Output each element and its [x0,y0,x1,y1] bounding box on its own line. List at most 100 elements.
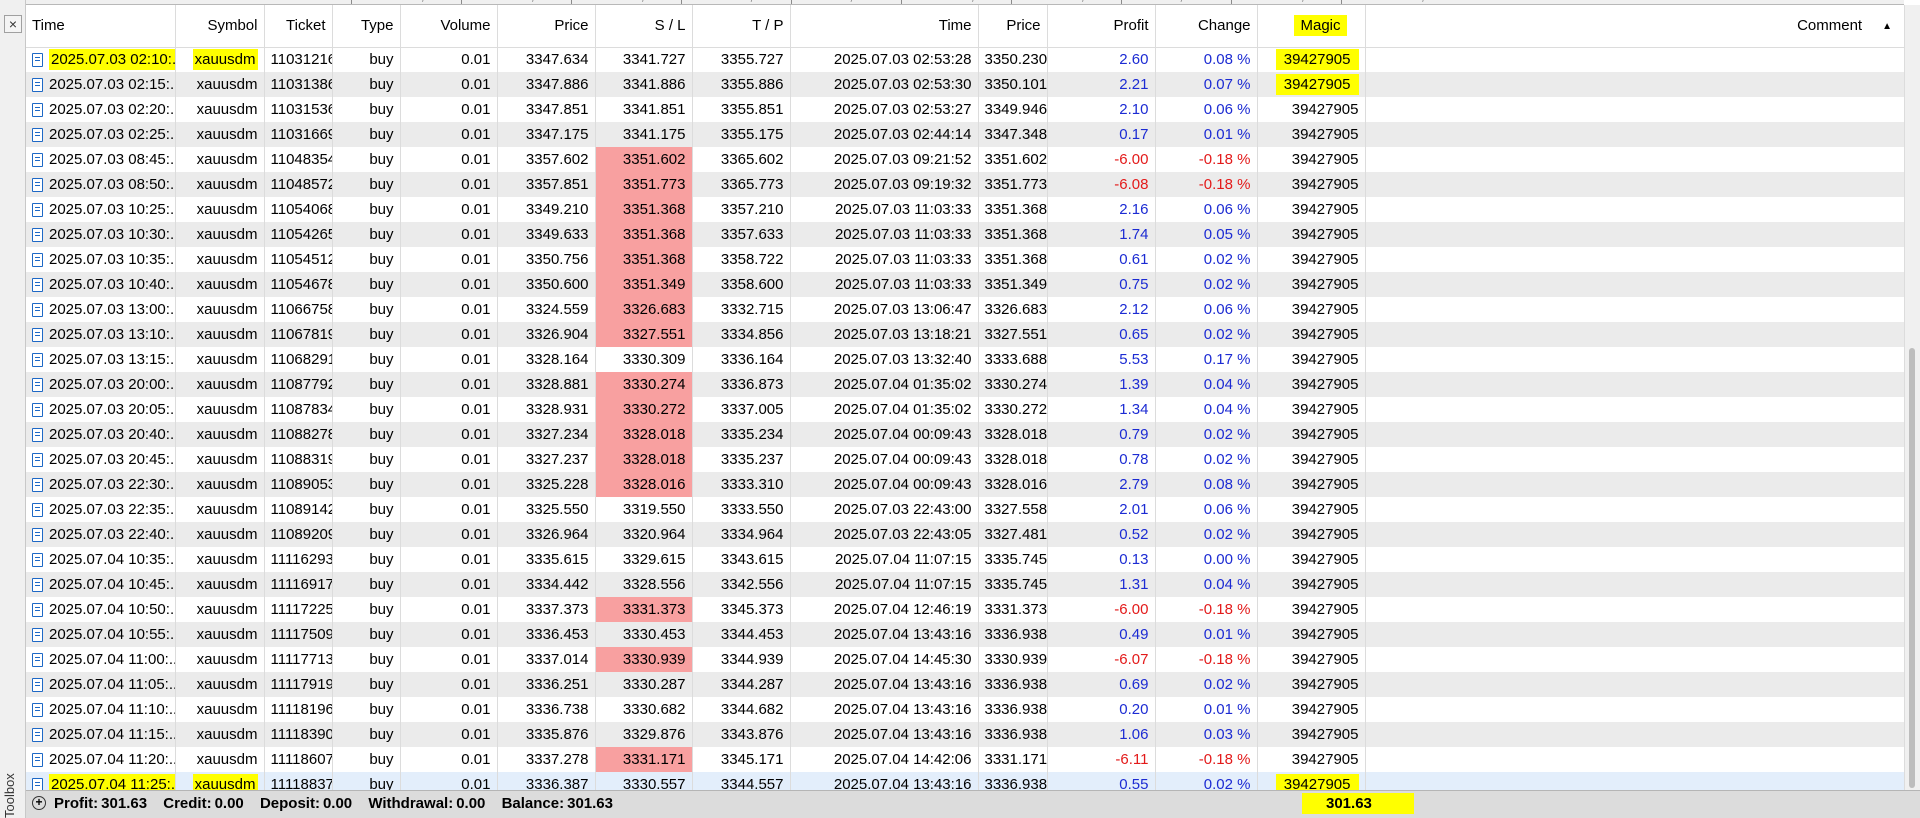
chart-tab[interactable]: US30m,H1 [791,0,901,4]
table-row[interactable]: 2025.07.03 02:10:... xauusdm 11031216...bu… [26,47,1904,72]
scrollbar-thumb[interactable] [1909,348,1915,788]
table-row[interactable]: 2025.07.04 11:25:... xauusdm 11118837...bu… [26,772,1904,790]
table-row[interactable]: 2025.07.03 22:40:...xauusdm11089209...bu… [26,522,1904,547]
cell-close-price: 3350.230 [978,47,1048,72]
col-header-change[interactable]: Change [1155,5,1258,48]
table-row[interactable]: 2025.07.03 20:00:...xauusdm11087792...bu… [26,372,1904,397]
col-header-tp[interactable]: T / P [692,5,791,48]
chart-tab[interactable]: BTCUSD,M15 [681,0,791,4]
table-row[interactable]: 2025.07.03 20:40:...xauusdm11088278...bu… [26,422,1904,447]
chart-tab[interactable]: EURUSD,H1 [351,0,461,4]
table-row[interactable]: 2025.07.04 11:15:...xauusdm11118390...bu… [26,722,1904,747]
table-row[interactable]: 2025.07.03 10:40:...xauusdm11054678...bu… [26,272,1904,297]
table-row[interactable]: 2025.07.04 11:10:...xauusdm11118196...bu… [26,697,1904,722]
table-row[interactable]: 2025.07.03 13:10:...xauusdm11067819...bu… [26,322,1904,347]
toolbox-label[interactable]: Toolbox [2,773,24,818]
col-header-profit[interactable]: Profit [1047,5,1156,48]
table-row[interactable]: 2025.07.03 13:15:...xauusdm11068291...bu… [26,347,1904,372]
cell-volume: 0.01 [400,597,498,622]
table-row[interactable]: 2025.07.03 02:20:...xauusdm11031536...bu… [26,97,1904,122]
expand-summary-icon[interactable]: + [32,796,46,810]
deal-document-icon [32,252,43,267]
chart-tab[interactable]: EURUSD,H1 [1011,0,1121,4]
col-header-ticket[interactable]: Ticket [264,5,333,48]
col-header-open-time[interactable]: Time [26,5,176,48]
chart-tab[interactable]: EURUSD,H1 [571,0,681,4]
cell-open-price: 3326.964 [497,522,596,547]
cell-profit: -6.11 [1047,747,1156,772]
cell-profit: 0.13 [1047,547,1156,572]
cell-profit: 2.12 [1047,297,1156,322]
cell-type: buy [332,247,401,272]
cell-close-price: 3327.481 [978,522,1048,547]
table-row[interactable]: 2025.07.03 10:25:...xauusdm11054068...bu… [26,197,1904,222]
table-row[interactable]: 2025.07.04 11:05:...xauusdm11117919...bu… [26,672,1904,697]
cell-symbol: xauusdm [175,722,265,747]
col-header-comment[interactable]: Comment ▲ [1365,5,1904,48]
chart-tab[interactable]: XAUUSDm,M5 [1341,0,1451,4]
chart-tab[interactable]: EURUSD,H1 [1231,0,1341,4]
cell-sl: 3319.550 [595,497,693,522]
cell-symbol: xauusdm [175,647,265,672]
cell-sl: 3331.373 [595,597,693,622]
col-header-close-time[interactable]: Time [790,5,979,48]
col-header-magic[interactable]: Magic [1257,5,1366,48]
table-row[interactable]: 2025.07.03 20:05:...xauusdm11087834...bu… [26,397,1904,422]
cell-sl: 3351.368 [595,222,693,247]
col-header-type[interactable]: Type [332,5,401,48]
close-toolbox-button[interactable]: × [4,15,22,33]
cell-change: 0.04 % [1155,572,1258,597]
table-row[interactable]: 2025.07.04 10:50:...xauusdm11117225...bu… [26,597,1904,622]
profit-value: 301.63 [101,795,148,812]
cell-change: -0.18 % [1155,747,1258,772]
cell-comment [1365,322,1904,347]
table-row[interactable]: 2025.07.04 11:00:...xauusdm11117713...bu… [26,647,1904,672]
cell-type: buy [332,447,401,472]
cell-symbol: xauusdm [175,447,265,472]
col-header-sl[interactable]: S / L [595,5,693,48]
col-header-open-price[interactable]: Price [497,5,596,48]
table-row[interactable]: 2025.07.03 10:35:...xauusdm11054512...bu… [26,247,1904,272]
table-row[interactable]: 2025.07.03 22:35:...xauusdm11089142...bu… [26,497,1904,522]
cell-open-time: 2025.07.03 20:45:... [26,447,176,472]
table-row[interactable]: 2025.07.03 08:45:...xauusdm11048354...bu… [26,147,1904,172]
chart-tab[interactable]: US30m,M30 [1121,0,1231,4]
cell-close-time: 2025.07.04 11:07:15 [790,547,979,572]
table-row[interactable]: 2025.07.03 22:30:...xauusdm11089053...bu… [26,472,1904,497]
cell-open-time: 2025.07.03 02:15:... [26,72,176,97]
vertical-scrollbar[interactable] [1904,5,1920,790]
table-row[interactable]: 2025.07.03 02:15:...xauusdm11031386...bu… [26,72,1904,97]
cell-type: buy [332,422,401,447]
col-header-close-price[interactable]: Price [978,5,1048,48]
cell-close-price: 3326.683 [978,297,1048,322]
table-row[interactable]: 2025.07.03 02:25:...xauusdm11031669...bu… [26,122,1904,147]
table-row[interactable]: 2025.07.04 10:55:...xauusdm11117509...bu… [26,622,1904,647]
table-row[interactable]: 2025.07.03 13:00:...xauusdm11066758...bu… [26,297,1904,322]
cell-magic: 39427905 [1257,597,1366,622]
table-row[interactable]: 2025.07.04 10:45:...xauusdm11116917...bu… [26,572,1904,597]
chart-tab[interactable]: EURUSD,H1 [461,0,571,4]
cell-open-price: 3336.738 [497,697,596,722]
deal-document-icon [32,127,43,142]
cell-sl: 3328.556 [595,572,693,597]
table-row[interactable]: 2025.07.03 08:50:...xauusdm11048572...bu… [26,172,1904,197]
cell-close-time: 2025.07.04 00:09:43 [790,447,979,472]
col-header-volume[interactable]: Volume [400,5,498,48]
cell-type: buy [332,697,401,722]
deal-document-icon [32,477,43,492]
cell-comment [1365,572,1904,597]
cell-type: buy [332,47,401,72]
cell-open-time: 2025.07.04 11:25:... [26,772,176,790]
table-row[interactable]: 2025.07.04 11:20:...xauusdm11118607...bu… [26,747,1904,772]
table-row[interactable]: 2025.07.04 10:35:...xauusdm11116293...bu… [26,547,1904,572]
cell-open-time: 2025.07.04 11:20:... [26,747,176,772]
cell-volume: 0.01 [400,72,498,97]
cell-change: 0.17 % [1155,347,1258,372]
cell-comment [1365,147,1904,172]
col-header-symbol[interactable]: Symbol [175,5,265,48]
table-row[interactable]: 2025.07.03 20:45:...xauusdm11088319...bu… [26,447,1904,472]
cell-profit: -6.00 [1047,147,1156,172]
table-row[interactable]: 2025.07.03 10:30:...xauusdm11054265...bu… [26,222,1904,247]
chart-tab[interactable]: EURUSD,H1 [901,0,1011,4]
cell-volume: 0.01 [400,347,498,372]
